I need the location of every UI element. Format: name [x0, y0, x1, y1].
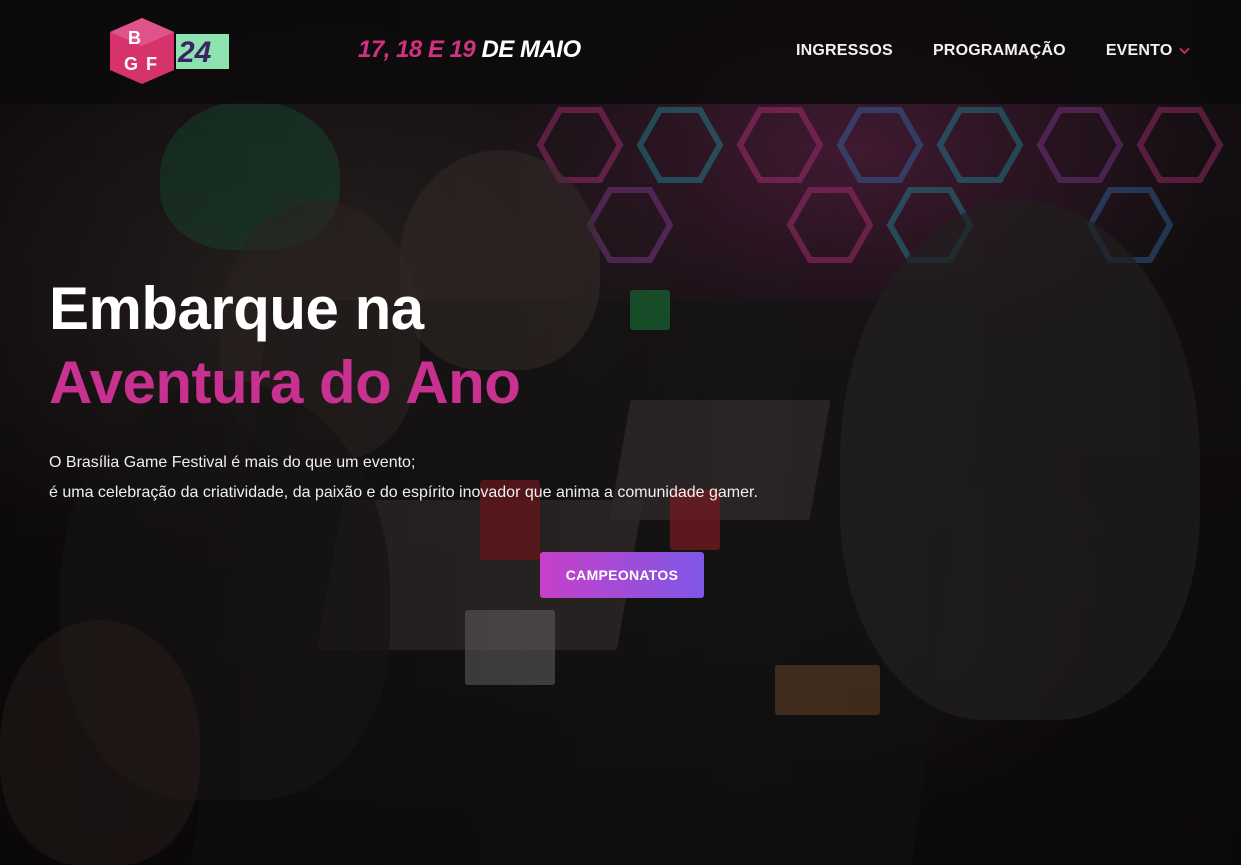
hero-title-line1: Embarque na: [49, 275, 424, 342]
main-nav: INGRESSOS PROGRAMAÇÃO EVENTO: [796, 42, 1190, 60]
nav-item-label: PROGRAMAÇÃO: [932, 42, 1066, 59]
nav-item-evento[interactable]: EVENTO: [1106, 42, 1190, 60]
event-days: 17, 18 E 19: [358, 36, 476, 63]
nav-item-label: INGRESSOS: [796, 42, 893, 59]
bgf24-logo[interactable]: B G F 24: [108, 18, 232, 86]
nav-item-programacao[interactable]: PROGRAMAÇÃO: [933, 42, 1066, 60]
hero-description-line2: é uma celebração da criatividade, da pai…: [49, 484, 758, 501]
chevron-down-icon: [1178, 47, 1190, 55]
nav-item-label: EVENTO: [1105, 42, 1173, 59]
hero-background-image: [0, 0, 1241, 865]
logo-letter-f: F: [146, 54, 157, 74]
logo-letter-b: B: [128, 28, 141, 48]
site-header: B G F 24 17, 18 E 19 DE MAIO INGRESSOS P…: [0, 0, 1241, 104]
event-month: DE MAIO: [481, 36, 581, 63]
logo-letter-g: G: [124, 54, 138, 74]
hero-title: Embarque na Aventura do Ano: [49, 272, 521, 420]
nav-item-ingressos[interactable]: INGRESSOS: [796, 42, 893, 60]
hero-title-line2: Aventura do Ano: [49, 349, 521, 416]
event-dates: 17, 18 E 19 DE MAIO: [358, 36, 581, 64]
hero-description-line1: O Brasília Game Festival é mais do que u…: [49, 454, 416, 471]
campeonatos-button[interactable]: CAMPEONATOS: [540, 552, 704, 598]
logo-year: 24: [177, 36, 212, 69]
hero-description: O Brasília Game Festival é mais do que u…: [49, 448, 758, 508]
